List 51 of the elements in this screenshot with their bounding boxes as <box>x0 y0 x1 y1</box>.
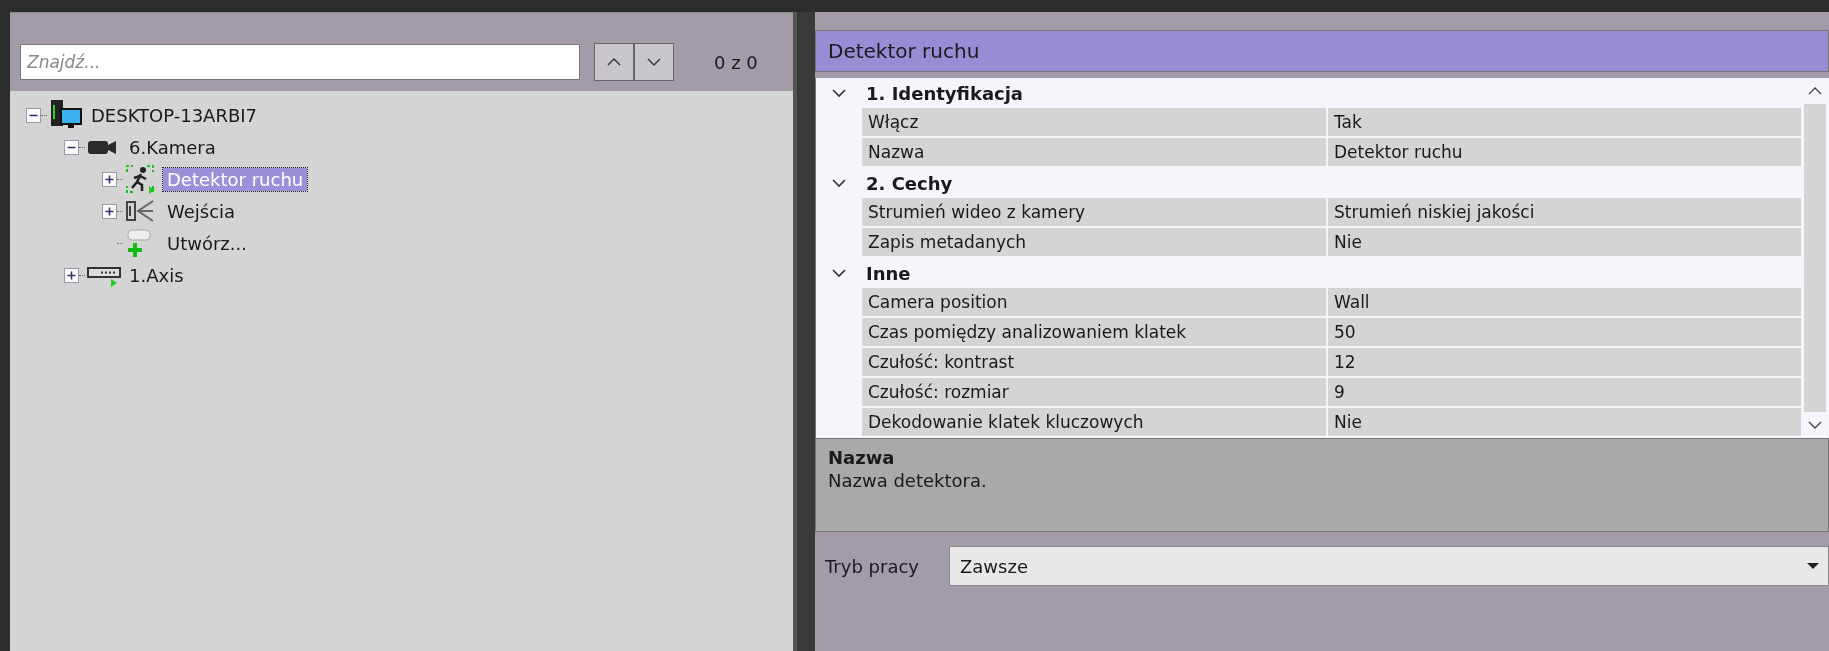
previous-button[interactable] <box>594 43 634 81</box>
property-value[interactable]: Detektor ruchu <box>1328 138 1801 166</box>
section-title: 1. Identyfikacja <box>865 81 1024 106</box>
scroll-up-icon[interactable] <box>1808 86 1822 96</box>
mode-label: Tryb pracy <box>825 555 920 577</box>
section-title: Inne <box>865 261 911 286</box>
tree-item[interactable]: DESKTOP-13ARBI7 <box>87 103 262 127</box>
description-title: Nazwa <box>828 447 896 468</box>
tree-item[interactable]: Utwórz... <box>163 231 251 255</box>
tree-item[interactable]: 1.Axis <box>125 263 188 287</box>
property-name: Zapis metadanych <box>862 228 1328 256</box>
chevron-down-icon[interactable] <box>832 88 846 98</box>
description-text: Nazwa detektora. <box>828 470 988 491</box>
panel-title: Detektor ruchu <box>815 30 1829 72</box>
property-value[interactable]: Wall <box>1328 288 1801 316</box>
chevron-down-icon[interactable] <box>832 268 846 278</box>
property-name: Camera position <box>862 288 1328 316</box>
chevron-up-icon <box>607 57 621 67</box>
property-value[interactable]: 12 <box>1328 348 1801 376</box>
computer-icon <box>49 99 83 131</box>
chevron-down-icon[interactable] <box>832 178 846 188</box>
property-value[interactable]: Nie <box>1328 408 1801 436</box>
collapse-toggle-icon[interactable] <box>64 139 79 155</box>
expand-toggle-icon[interactable] <box>102 203 117 219</box>
tree-item[interactable]: Wejścia <box>163 199 240 223</box>
property-name: Czas pomiędzy analizowaniem klatek <box>862 318 1328 346</box>
tree-item[interactable]: 6.Kamera <box>125 135 220 159</box>
property-value[interactable]: 50 <box>1328 318 1801 346</box>
property-value[interactable]: Nie <box>1328 228 1801 256</box>
property-name: Nazwa <box>862 138 1328 166</box>
expand-toggle-icon[interactable] <box>64 267 79 283</box>
dropdown-arrow-icon <box>1806 562 1820 570</box>
section-title: 2. Cechy <box>865 171 953 196</box>
expand-toggle-icon[interactable] <box>102 171 117 187</box>
input-arrow-icon <box>125 199 155 223</box>
property-name: Dekodowanie klatek kluczowych <box>862 408 1328 436</box>
chevron-down-icon <box>647 57 661 67</box>
running-figure-icon <box>125 164 155 194</box>
next-button[interactable] <box>634 43 674 81</box>
scroll-down-icon[interactable] <box>1808 420 1822 430</box>
match-counter: 0 z 0 <box>714 51 758 73</box>
property-value[interactable]: 9 <box>1328 378 1801 406</box>
property-name: Czułość: kontrast <box>862 348 1328 376</box>
property-value[interactable]: Strumień niskiej jakości <box>1328 198 1801 226</box>
collapse-toggle-icon[interactable] <box>26 107 41 123</box>
mode-dropdown[interactable]: Zawsze <box>949 546 1829 586</box>
search-field[interactable]: Znajdź... <box>20 44 580 80</box>
property-name: Strumień wideo z kamery <box>862 198 1328 226</box>
property-value[interactable]: Tak <box>1328 108 1801 136</box>
property-name: Włącz <box>862 108 1328 136</box>
property-name: Czułość: rozmiar <box>862 378 1328 406</box>
